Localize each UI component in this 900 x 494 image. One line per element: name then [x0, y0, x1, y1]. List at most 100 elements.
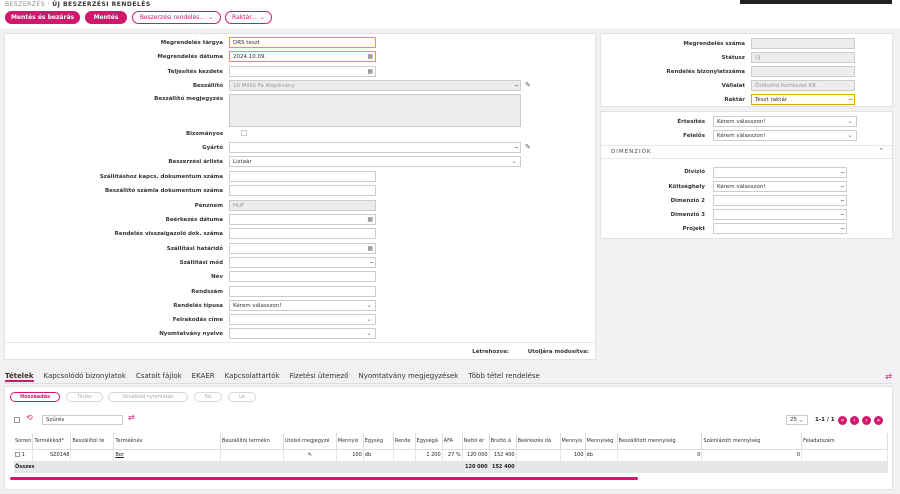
- cost-select[interactable]: Kérem válasszon!...: [713, 181, 847, 192]
- filter-input[interactable]: Szűrés: [42, 415, 123, 425]
- col-header[interactable]: Egység: [363, 433, 394, 449]
- edit-icon[interactable]: ✎: [525, 81, 531, 89]
- tab-ekaer[interactable]: EKAER: [192, 372, 215, 382]
- more-icon[interactable]: ...: [848, 94, 853, 102]
- calendar-icon[interactable]: ▦: [367, 53, 373, 60]
- col-header[interactable]: Beszállított mennyiség: [617, 433, 703, 449]
- col-header[interactable]: Nettó ér: [462, 433, 490, 449]
- col-header[interactable]: Utolsó megjegyzé: [283, 433, 337, 449]
- swap-icon[interactable]: ⇄: [885, 372, 892, 381]
- tab-payment-schedule[interactable]: Fizetési ütemező: [290, 372, 349, 382]
- mode-field[interactable]: ...: [229, 257, 376, 268]
- move-down-button[interactable]: Le: [228, 392, 256, 402]
- last-page-icon[interactable]: »: [874, 416, 883, 425]
- dim2-field[interactable]: ...: [713, 195, 847, 206]
- vat-cell[interactable]: 27 %: [442, 448, 463, 461]
- name-field[interactable]: [229, 271, 376, 282]
- notify-select[interactable]: Kérem válasszon! ⌄: [713, 116, 857, 127]
- tab-related-docs[interactable]: Kapcsolódó bizonylatok: [44, 372, 126, 382]
- maker-field[interactable]: ...: [229, 142, 521, 153]
- col-header[interactable]: Beérkezés dá: [516, 433, 561, 449]
- order-cell[interactable]: [393, 448, 416, 461]
- col-header[interactable]: Terméknév: [113, 433, 221, 449]
- more-icon[interactable]: ...: [514, 142, 519, 150]
- start-field[interactable]: ▦: [229, 66, 376, 77]
- col-header[interactable]: Mennyis: [336, 433, 364, 449]
- more-icon[interactable]: ...: [840, 195, 845, 203]
- date-field[interactable]: 2024.10.09. ▦: [229, 51, 376, 62]
- supplier-field[interactable]: 10 Millió Fa Alapítvány...: [229, 80, 521, 91]
- col-header[interactable]: Beszállítói termékn: [220, 433, 284, 449]
- resp-select[interactable]: Kérem válasszon! ⌄: [713, 130, 857, 141]
- delete-button[interactable]: Törlés: [66, 392, 103, 402]
- unit-cell[interactable]: db: [363, 448, 394, 461]
- more-icon[interactable]: ...: [840, 209, 845, 217]
- product-name-cell[interactable]: Bor: [113, 448, 221, 461]
- plate-field[interactable]: [229, 286, 376, 297]
- col-header[interactable]: ÁFA: [442, 433, 463, 449]
- tab-attachments[interactable]: Csatolt fájlok: [136, 372, 182, 382]
- chevron-up-icon[interactable]: ⌃: [878, 147, 884, 155]
- type-select[interactable]: Kérem válasszon! ⌄: [229, 300, 376, 311]
- currency-field[interactable]: HUF: [229, 200, 376, 211]
- calendar-icon[interactable]: ▦: [367, 245, 373, 252]
- page-size-select[interactable]: 25 ⌄: [786, 415, 808, 425]
- tab-print-notes[interactable]: Nyomtatvány megjegyzések: [358, 372, 458, 382]
- unit2-cell[interactable]: db: [585, 448, 618, 461]
- more-icon[interactable]: ...: [840, 167, 845, 175]
- order-number-field[interactable]: [751, 38, 855, 49]
- supplier-code-cell[interactable]: [70, 448, 115, 461]
- col-header[interactable]: Beszállítói te: [70, 433, 115, 449]
- horizontal-scrollbar[interactable]: [10, 477, 638, 480]
- col-header[interactable]: Feladatszám: [801, 433, 888, 449]
- tab-contacts[interactable]: Kapcsolattartók: [225, 372, 280, 382]
- product-code-cell[interactable]: SZ0148: [32, 448, 72, 461]
- col-header[interactable]: Mennyiség: [585, 433, 618, 449]
- lang-select[interactable]: ⌄: [229, 328, 376, 339]
- supplier-product-cell[interactable]: [220, 448, 284, 461]
- tab-items[interactable]: Tételek: [5, 372, 34, 382]
- select-all-checkbox[interactable]: [14, 417, 20, 423]
- pricelist-select[interactable]: Listaár ⌄: [229, 156, 521, 167]
- calendar-icon[interactable]: ▦: [367, 216, 373, 223]
- more-icon[interactable]: ...: [514, 80, 519, 88]
- confirm-field[interactable]: [229, 228, 376, 239]
- add-button[interactable]: Hozzáadás: [10, 392, 60, 402]
- col-header[interactable]: Egységá: [415, 433, 443, 449]
- division-field[interactable]: ...: [713, 167, 847, 178]
- product-name-link[interactable]: Bor: [115, 452, 124, 458]
- tab-multi-order[interactable]: Több tétel rendelése: [468, 372, 539, 382]
- qty-cell[interactable]: 100: [336, 448, 364, 461]
- supplier-note-field[interactable]: [229, 94, 521, 127]
- note-cell[interactable]: ✎: [283, 448, 337, 461]
- docnum-field[interactable]: [751, 66, 855, 77]
- consign-checkbox[interactable]: [241, 130, 247, 136]
- save-button[interactable]: Mentés: [85, 11, 127, 24]
- project-field[interactable]: ...: [713, 223, 847, 234]
- table-row[interactable]: 1 SZ0148 Bor ✎ 100 db 1 200 27 % 120 000…: [14, 448, 888, 461]
- unload-select[interactable]: ⌄: [229, 314, 376, 325]
- save-close-button[interactable]: Mentés és bezárás: [5, 11, 80, 24]
- calendar-icon[interactable]: ▦: [367, 68, 373, 75]
- prev-page-icon[interactable]: ‹: [850, 416, 859, 425]
- more-icon[interactable]: ...: [840, 223, 845, 231]
- more-icon[interactable]: ...: [840, 181, 845, 189]
- qty2-cell[interactable]: 100: [560, 448, 586, 461]
- first-page-icon[interactable]: «: [838, 416, 847, 425]
- warehouse-field[interactable]: Teszt raktár...: [751, 94, 855, 105]
- unit-price-cell[interactable]: 1 200: [415, 448, 443, 461]
- company-field[interactable]: Örökzöld Kertészet Kft.: [751, 80, 855, 91]
- dim3-field[interactable]: ...: [713, 209, 847, 220]
- breadcrumb-root[interactable]: BESZERZÉS: [5, 1, 45, 8]
- dimensions-header[interactable]: DIMENZIÓK ⌃: [601, 145, 892, 159]
- next-page-icon[interactable]: ›: [862, 416, 871, 425]
- more-icon[interactable]: ...: [369, 257, 374, 265]
- arrival-cell[interactable]: [516, 448, 561, 461]
- deadline-field[interactable]: ▦: [229, 243, 376, 254]
- edit-icon[interactable]: ✎: [525, 143, 531, 151]
- task-cell[interactable]: [801, 448, 888, 461]
- move-up-button[interactable]: Fel: [194, 392, 222, 402]
- barcode-print-button[interactable]: Vonalkód nyomtatás: [108, 392, 188, 402]
- status-field[interactable]: Új: [751, 52, 855, 63]
- col-header[interactable]: Termékkód*: [32, 433, 72, 449]
